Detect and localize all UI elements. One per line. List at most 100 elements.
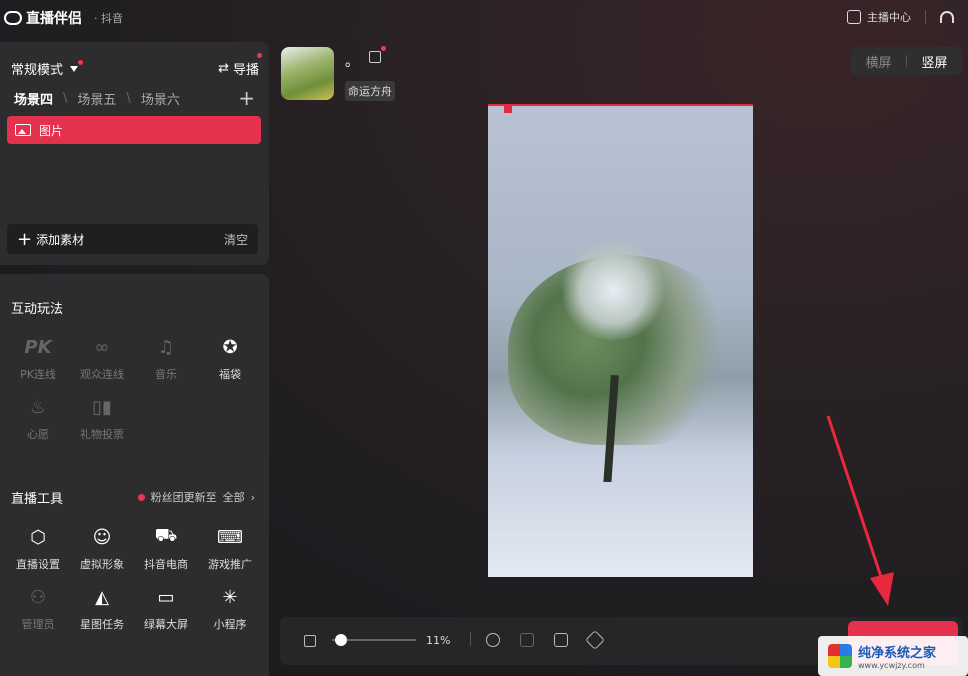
annotation-arrow: [826, 415, 894, 606]
app-logo-icon: [4, 11, 22, 25]
gift-vote-icon: ▯▮: [92, 396, 112, 418]
notification-dot: [137, 493, 145, 501]
tool-label: 游戏推广: [208, 558, 252, 571]
host-category-tag[interactable]: 命运方舟: [345, 81, 395, 101]
tool-lucky-bag[interactable]: ✪ 福袋: [198, 334, 262, 382]
speaker-icon[interactable]: [304, 635, 316, 647]
tool-label: 直播设置: [16, 558, 60, 571]
creator-center-link[interactable]: 主播中心: [867, 9, 911, 25]
top-right-actions: 主播中心: [847, 9, 954, 25]
tool-virtual-avatar[interactable]: ☺ 虚拟形象: [70, 524, 134, 572]
tool-game-promo[interactable]: ⌨ 游戏推广: [198, 524, 262, 572]
tools-panel: 互动玩法 PK PK连线 ∞ 观众连线 ♫ 音乐 ✪ 福袋 ♨ 心愿 ▯▮ 礼物…: [0, 274, 269, 676]
clear-button[interactable]: 清空: [224, 231, 248, 248]
chevron-right-icon: ›: [250, 490, 255, 504]
scene-tabs: 场景四 \ 场景五 \ 场景六: [14, 89, 180, 108]
avatar-face-icon: ☺: [92, 526, 112, 548]
all-tools-link[interactable]: 全部: [223, 489, 245, 505]
edit-icon[interactable]: [369, 51, 381, 63]
tool-label: 福袋: [219, 368, 241, 381]
fans-update-link[interactable]: 粉丝团更新至 全部 ›: [137, 489, 255, 505]
guide-button[interactable]: ⇄ 导播: [218, 53, 262, 78]
preview-ground: [488, 482, 753, 577]
tool-label: 小程序: [213, 618, 247, 631]
interactive-grid: PK PK连线 ∞ 观众连线 ♫ 音乐 ✪ 福袋 ♨ 心愿 ▯▮ 礼物投票: [6, 334, 262, 442]
notification-dot: [381, 46, 386, 51]
tool-wish[interactable]: ♨ 心愿: [6, 394, 70, 442]
chart-icon[interactable]: [847, 10, 861, 24]
camera-icon[interactable]: [554, 633, 568, 647]
wish-lamp-icon: ♨: [29, 396, 47, 418]
top-bar: 直播伴侣 · 抖音 主播中心: [0, 0, 968, 34]
watermark-name: 纯净系统之家: [858, 646, 937, 661]
tool-audience-link[interactable]: ∞ 观众连线: [70, 334, 134, 382]
portrait-option[interactable]: 竖屏: [907, 52, 962, 71]
platform-label: · 抖音: [94, 12, 123, 25]
cart-icon: ⛟: [154, 525, 178, 546]
tool-pk[interactable]: PK PK连线: [6, 334, 70, 382]
mirror-icon[interactable]: [520, 633, 534, 647]
tab-scene-5[interactable]: 场景五: [77, 89, 116, 108]
music-icon: ♫: [157, 336, 175, 358]
tab-scene-4[interactable]: 场景四: [14, 89, 53, 108]
interactive-section-title: 互动玩法: [11, 302, 64, 317]
tool-mini-program[interactable]: ✳ 小程序: [198, 584, 262, 632]
tab-separator: \: [63, 91, 68, 106]
hexagon-settings-icon: ⬡: [30, 526, 46, 548]
divider: [925, 10, 926, 24]
tool-live-settings[interactable]: ⬡ 直播设置: [6, 524, 70, 572]
tool-label: 虚拟形象: [80, 558, 124, 571]
landscape-option[interactable]: 横屏: [851, 52, 906, 71]
selection-border: [488, 104, 753, 106]
fans-update-text: 粉丝团更新至: [150, 491, 217, 504]
pk-icon: PK: [24, 336, 52, 358]
guide-label: 导播: [232, 63, 259, 78]
swap-icon: ⇄: [218, 61, 229, 76]
tools-section-title: 直播工具: [11, 492, 64, 507]
tool-label: 礼物投票: [80, 428, 124, 441]
link-icon: ∞: [94, 336, 110, 358]
tool-green-screen[interactable]: ▭ 绿幕大屏: [134, 584, 198, 632]
headset-icon[interactable]: [940, 11, 954, 23]
notification-dot: [257, 53, 262, 58]
image-icon: [15, 124, 31, 136]
tool-label: 绿幕大屏: [144, 618, 188, 631]
app-logo: 直播伴侣 · 抖音: [4, 8, 123, 28]
tool-label: 管理员: [21, 618, 55, 631]
host-avatar[interactable]: [281, 47, 334, 100]
live-preview[interactable]: [488, 105, 753, 577]
mode-selector[interactable]: 常规模式: [11, 59, 87, 78]
tool-admin[interactable]: ⚇ 管理员: [6, 584, 70, 632]
monitor-icon: ▭: [157, 586, 175, 608]
add-material-button[interactable]: 添加素材: [36, 231, 84, 248]
mode-label: 常规模式: [11, 63, 64, 78]
tool-gift-vote[interactable]: ▯▮ 礼物投票: [70, 394, 134, 442]
tool-label: 音乐: [155, 368, 177, 381]
add-scene-button[interactable]: +: [238, 86, 255, 110]
source-item-image[interactable]: 图片: [7, 116, 261, 144]
notification-dot: [78, 60, 84, 65]
lucky-bag-icon: ✪: [222, 336, 238, 358]
tool-label: 星图任务: [80, 618, 124, 631]
tool-ecommerce[interactable]: ⛟ 抖音电商: [134, 524, 198, 572]
tab-scene-6[interactable]: 场景六: [141, 89, 180, 108]
tool-star-map[interactable]: ◭ 星图任务: [70, 584, 134, 632]
host-name: 。: [345, 54, 359, 70]
tool-label: PK连线: [20, 368, 56, 381]
rotate-icon[interactable]: [486, 633, 500, 647]
watermark-url: www.ycwjzy.com: [858, 661, 925, 670]
tool-music[interactable]: ♫ 音乐: [134, 334, 198, 382]
add-material-bar: + 添加素材 清空: [7, 224, 258, 254]
zoom-value: 11%: [426, 634, 451, 647]
watermark-text: 纯净系统之家 www.ycwjzy.com: [858, 642, 936, 670]
tool-label: 心愿: [27, 428, 49, 441]
scene-panel: 常规模式 ⇄ 导播 场景四 \ 场景五 \ 场景六 + 图片 + 添加素材 清空: [0, 42, 269, 265]
plus-icon: +: [17, 228, 33, 250]
resize-handle[interactable]: [504, 105, 512, 113]
gamepad-icon: ⌨: [217, 526, 243, 548]
app-title: 直播伴侣: [26, 11, 82, 27]
admin-icon: ⚇: [29, 586, 47, 608]
tool-label: 观众连线: [80, 368, 124, 381]
chevron-down-icon: [70, 65, 79, 72]
preview-snow-canopy: [558, 240, 668, 340]
